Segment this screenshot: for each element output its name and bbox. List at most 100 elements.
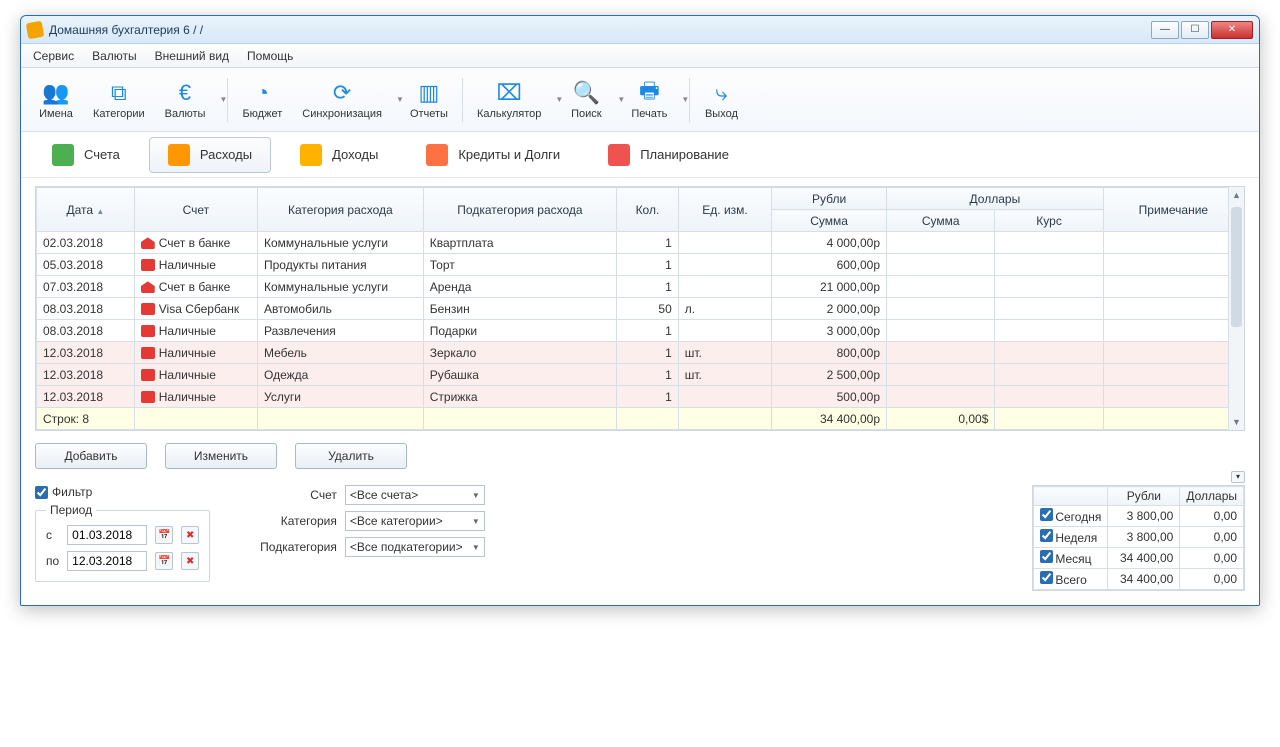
- toolbar: 👥Имена⧉Категории€Валюты▼◔Бюджет⟳Синхрони…: [21, 68, 1259, 132]
- accounts-tab-icon: [52, 144, 74, 166]
- col-note[interactable]: Примечание: [1103, 188, 1243, 232]
- menu-3[interactable]: Помощь: [239, 46, 301, 66]
- add-button[interactable]: Добавить: [35, 443, 147, 469]
- calc-icon: ⌧: [496, 80, 522, 106]
- expenses-grid-wrap: Дата ▲ Счет Категория расхода Подкатегор…: [35, 186, 1245, 431]
- clear-to-icon[interactable]: ✖: [181, 552, 199, 570]
- reports-icon: ▥: [416, 80, 442, 106]
- totals-row: Сегодня3 800,000,00: [1034, 506, 1244, 527]
- tool-currencies-dropdown[interactable]: ▼: [215, 95, 223, 104]
- expenses-grid[interactable]: Дата ▲ Счет Категория расхода Подкатегор…: [36, 187, 1244, 430]
- menubar: СервисВалютыВнешний видПомощь: [21, 44, 1259, 68]
- account-icon: [141, 259, 155, 271]
- tab-accounts[interactable]: Счета: [33, 137, 139, 173]
- tool-reports[interactable]: ▥Отчеты: [400, 76, 458, 124]
- vertical-scrollbar[interactable]: ▲ ▼: [1228, 187, 1244, 430]
- tool-names[interactable]: 👥Имена: [29, 76, 83, 124]
- table-row[interactable]: 12.03.2018НаличныеУслугиСтрижка1500,00р: [37, 386, 1244, 408]
- col-subcategory[interactable]: Подкатегория расхода: [423, 188, 616, 232]
- date-to-input[interactable]: [67, 551, 147, 571]
- tab-expenses[interactable]: Расходы: [149, 137, 271, 173]
- delete-button[interactable]: Удалить: [295, 443, 407, 469]
- close-button[interactable]: ✕: [1211, 21, 1253, 39]
- minimize-button[interactable]: —: [1151, 21, 1179, 39]
- account-filter-select[interactable]: <Все счета>▼: [345, 485, 485, 505]
- col-usd[interactable]: Доллары: [887, 188, 1104, 210]
- menu-1[interactable]: Валюты: [84, 46, 145, 66]
- tool-print-dropdown[interactable]: ▼: [677, 95, 685, 104]
- account-icon: [141, 303, 155, 315]
- app-window: Домашняя бухгалтерия 6 / / — ☐ ✕ СервисВ…: [20, 15, 1260, 606]
- tool-currencies[interactable]: €Валюты: [155, 76, 216, 124]
- tab-planning[interactable]: Планирование: [589, 137, 748, 173]
- account-filter-label: Счет: [260, 488, 337, 502]
- currencies-icon: €: [172, 80, 198, 106]
- window-title: Домашняя бухгалтерия 6 / /: [49, 23, 203, 37]
- totals-check[interactable]: [1040, 508, 1053, 521]
- col-unit[interactable]: Ед. изм.: [678, 188, 772, 232]
- period-legend: Период: [46, 503, 96, 517]
- tab-credits[interactable]: Кредиты и Долги: [407, 137, 579, 173]
- filter-checkbox[interactable]: Фильтр: [35, 485, 210, 499]
- to-label: по: [46, 554, 59, 568]
- menu-2[interactable]: Внешний вид: [147, 46, 237, 66]
- col-category[interactable]: Категория расхода: [258, 188, 424, 232]
- account-icon: [141, 281, 155, 293]
- col-usd-sum[interactable]: Сумма: [887, 210, 995, 232]
- summary-row: Строк: 8 34 400,00р 0,00$: [37, 408, 1244, 430]
- action-row: Добавить Изменить Удалить: [35, 443, 1245, 469]
- tab-income[interactable]: Доходы: [281, 137, 397, 173]
- clear-from-icon[interactable]: ✖: [181, 526, 199, 544]
- account-icon: [141, 347, 155, 359]
- tool-sync-dropdown[interactable]: ▼: [392, 95, 400, 104]
- tool-budget[interactable]: ◔Бюджет: [232, 76, 292, 124]
- account-icon: [141, 325, 155, 337]
- credits-tab-icon: [426, 144, 448, 166]
- tool-calc[interactable]: ⌧Калькулятор: [467, 76, 551, 124]
- sync-icon: ⟳: [329, 80, 355, 106]
- totals-check[interactable]: [1040, 529, 1053, 542]
- subcategory-filter-label: Подкатегория: [260, 540, 337, 554]
- subcategory-filter-select[interactable]: <Все подкатегории>▼: [345, 537, 485, 557]
- calendar-from-icon[interactable]: 📅: [155, 526, 173, 544]
- tool-search[interactable]: 🔍Поиск: [559, 76, 613, 124]
- menu-0[interactable]: Сервис: [25, 46, 82, 66]
- calendar-to-icon[interactable]: 📅: [155, 552, 173, 570]
- category-filter-label: Категория: [260, 514, 337, 528]
- planning-tab-icon: [608, 144, 630, 166]
- table-row[interactable]: 08.03.2018НаличныеРазвлеченияПодарки13 0…: [37, 320, 1244, 342]
- tool-search-dropdown[interactable]: ▼: [613, 95, 621, 104]
- col-rub[interactable]: Рубли: [772, 188, 887, 210]
- account-icon: [141, 391, 155, 403]
- toolbar-separator: [689, 78, 690, 122]
- table-row[interactable]: 08.03.2018Visa СбербанкАвтомобильБензин5…: [37, 298, 1244, 320]
- toolbar-separator: [462, 78, 463, 122]
- tool-print[interactable]: 🖶Печать: [621, 76, 677, 124]
- filter-selects: Счет <Все счета>▼ Категория <Все категор…: [260, 485, 485, 557]
- tool-calc-dropdown[interactable]: ▼: [551, 95, 559, 104]
- maximize-button[interactable]: ☐: [1181, 21, 1209, 39]
- category-filter-select[interactable]: <Все категории>▼: [345, 511, 485, 531]
- totals-check[interactable]: [1040, 571, 1053, 584]
- income-tab-icon: [300, 144, 322, 166]
- totals-check[interactable]: [1040, 550, 1053, 563]
- col-rub-sum[interactable]: Сумма: [772, 210, 887, 232]
- table-row[interactable]: 07.03.2018Счет в банкеКоммунальные услуг…: [37, 276, 1244, 298]
- tool-categories[interactable]: ⧉Категории: [83, 76, 155, 124]
- col-rate[interactable]: Курс: [995, 210, 1103, 232]
- app-icon: [26, 20, 45, 39]
- edit-button[interactable]: Изменить: [165, 443, 277, 469]
- tool-exit[interactable]: ⤷Выход: [694, 76, 748, 124]
- tab-strip: Счета Расходы Доходы Кредиты и Долги Планиро…: [21, 132, 1259, 178]
- account-icon: [141, 237, 155, 249]
- col-account[interactable]: Счет: [134, 188, 257, 232]
- date-from-input[interactable]: [67, 525, 147, 545]
- col-qty[interactable]: Кол.: [617, 188, 679, 232]
- collapse-toggle[interactable]: ▾: [1231, 471, 1245, 483]
- tool-sync[interactable]: ⟳Синхронизация: [292, 76, 392, 124]
- table-row[interactable]: 05.03.2018НаличныеПродукты питанияТорт16…: [37, 254, 1244, 276]
- table-row[interactable]: 02.03.2018Счет в банкеКоммунальные услуг…: [37, 232, 1244, 254]
- table-row[interactable]: 12.03.2018НаличныеОдеждаРубашка1шт.2 500…: [37, 364, 1244, 386]
- account-icon: [141, 369, 155, 381]
- table-row[interactable]: 12.03.2018НаличныеМебельЗеркало1шт.800,0…: [37, 342, 1244, 364]
